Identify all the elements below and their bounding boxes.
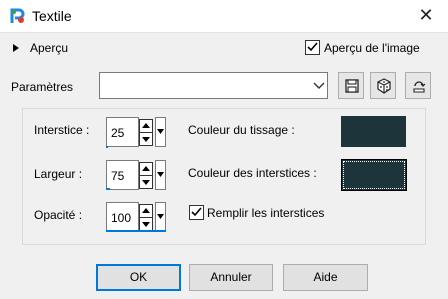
image-preview-label[interactable]: Aperçu de l'image [324,41,420,55]
fill-gaps-label[interactable]: Remplir les interstices [207,206,324,220]
gap-color-swatch[interactable] [341,159,407,191]
close-icon[interactable]: ✕ [415,4,437,26]
largeur-input[interactable]: 75 [106,160,139,190]
reset-preset-button[interactable] [405,72,431,99]
interstice-spinner[interactable] [139,117,154,147]
opacite-input[interactable]: 100 [106,202,139,232]
largeur-label: Largeur : [34,167,83,181]
save-icon [345,79,359,93]
parameters-combo[interactable] [99,72,328,99]
parameters-label: Paramètres [11,80,74,94]
dice-icon [377,78,391,94]
interstice-down-icon[interactable] [139,132,153,146]
largeur-slider-indicator [106,188,110,190]
cancel-button[interactable]: Annuler [189,264,273,291]
expand-preview-icon[interactable] [13,44,19,52]
weave-color-swatch[interactable] [341,116,406,147]
reset-icon [413,81,426,93]
fill-gaps-checkbox[interactable] [189,205,204,220]
gap-color-label: Couleur des interstices : [188,166,317,180]
opacite-spinner[interactable] [139,202,154,232]
preview-toggle-label[interactable]: Aperçu [30,41,68,55]
opacite-label: Opacité : [34,208,83,222]
app-logo-icon [9,7,27,25]
opacite-slider-indicator [106,230,166,232]
window-title: Textile [32,8,72,24]
opacite-down-icon[interactable] [139,217,153,231]
save-preset-button[interactable] [338,72,364,99]
ok-button[interactable]: OK [96,264,181,291]
largeur-up-icon[interactable] [139,162,153,176]
opacite-up-icon[interactable] [139,204,153,218]
interstice-slider-toggle[interactable] [155,117,166,147]
largeur-slider-toggle[interactable] [155,160,166,190]
interstice-input[interactable]: 25 [106,117,139,147]
help-button[interactable]: Aide [283,264,368,291]
chevron-down-icon[interactable] [312,78,326,92]
image-preview-checkbox[interactable] [305,40,320,55]
opacite-slider-toggle[interactable] [155,202,166,232]
interstice-up-icon[interactable] [139,119,153,133]
weave-color-label: Couleur du tissage : [188,123,295,137]
interstice-slider-indicator [106,146,108,148]
largeur-down-icon[interactable] [139,175,153,189]
interstice-label: Interstice : [34,123,90,137]
largeur-spinner[interactable] [139,160,154,190]
random-preset-button[interactable] [370,72,396,99]
